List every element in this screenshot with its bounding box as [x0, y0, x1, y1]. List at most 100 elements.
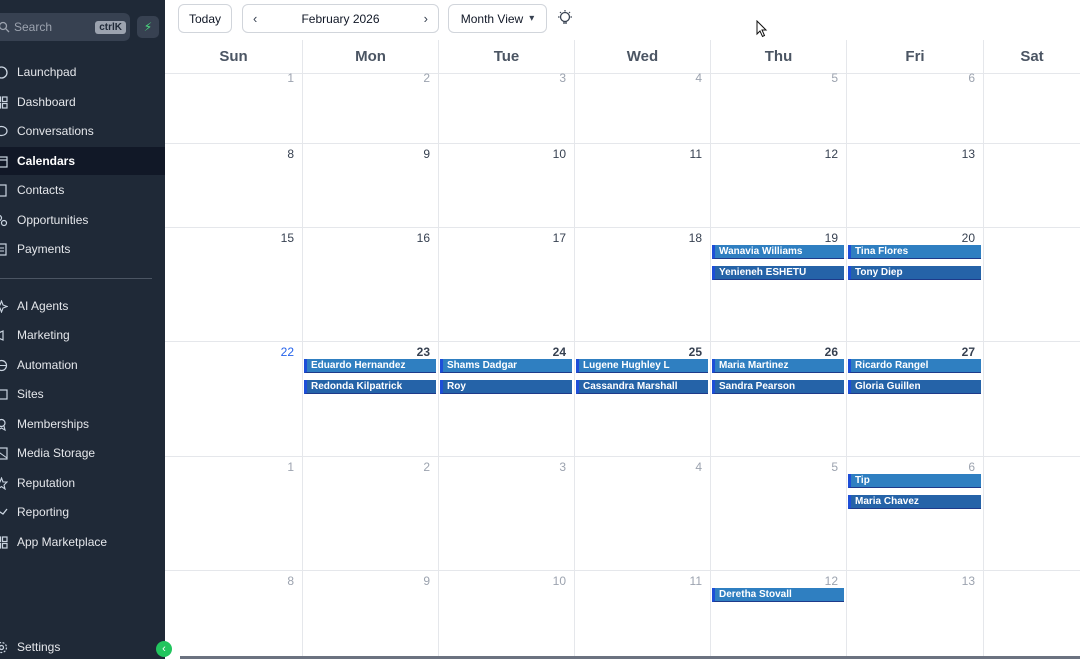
appointment-event[interactable]: Cassandra Marshall [576, 380, 708, 394]
appointment-event[interactable]: Deretha Stovall [712, 588, 844, 602]
rocket-icon [0, 65, 8, 79]
day-number: 4 [695, 460, 702, 474]
sidebar-item-label: Media Storage [17, 446, 96, 460]
appointment-event[interactable]: Wanavia Williams [712, 245, 844, 259]
appointment-event[interactable]: Maria Martinez [712, 359, 844, 373]
view-selector-value: Month View [460, 11, 524, 26]
contacts-icon [0, 183, 8, 197]
day-number: 8 [287, 147, 294, 161]
sidebar-item-automation[interactable]: Automation [0, 351, 165, 379]
sidebar-item-reporting[interactable]: Reporting [0, 498, 165, 526]
lightbulb-icon[interactable] [556, 9, 574, 27]
appointment-event[interactable]: Lugene Hughley L [576, 359, 708, 373]
day-number: 13 [961, 147, 975, 161]
sidebar-item-marketing[interactable]: Marketing [0, 321, 165, 349]
sidebar-item-label: Sites [17, 387, 44, 401]
sidebar-item-ai-agents[interactable]: AI Agents [0, 292, 165, 320]
day-number: 10 [552, 147, 566, 161]
day-number: 25 [688, 345, 702, 359]
sidebar-item-launchpad[interactable]: Launchpad [0, 58, 165, 86]
membership-icon [0, 418, 8, 431]
month-navigator: ‹ February 2026 › [242, 4, 439, 33]
apps-icon [0, 535, 8, 549]
day-number: 4 [695, 71, 702, 85]
sidebar-item-label: Opportunities [17, 213, 89, 227]
day-number: 24 [552, 345, 566, 359]
day-cell[interactable] [983, 341, 1080, 456]
sidebar-item-settings[interactable]: Settings [0, 633, 165, 661]
sidebar-item-dashboard[interactable]: Dashboard [0, 88, 165, 116]
weekday-header: Thu [710, 40, 846, 73]
sidebar-item-label: Automation [17, 358, 78, 372]
appointment-event[interactable]: Redonda Kilpatrick [304, 380, 436, 394]
weekday-header: Fri [846, 40, 983, 73]
appointment-event[interactable]: Tony Diep [848, 266, 981, 280]
chevron-right-icon[interactable]: › [424, 11, 428, 26]
weekday-header: Wed [574, 40, 710, 73]
appointment-event[interactable]: Tina Flores [848, 245, 981, 259]
sidebar-item-reputation[interactable]: Reputation [0, 469, 165, 497]
sidebar-item-label: Launchpad [17, 65, 77, 79]
view-selector[interactable]: Month View ▾ [448, 4, 547, 33]
today-button[interactable]: Today [178, 4, 232, 33]
sidebar-item-label: Reputation [17, 476, 76, 490]
sidebar-item-conversations[interactable]: Conversations [0, 117, 165, 145]
day-number: 5 [831, 460, 838, 474]
mouse-cursor-icon [756, 20, 768, 38]
quick-action-button[interactable]: ⚡ [137, 16, 159, 38]
star-icon [0, 476, 8, 490]
sidebar-item-contacts[interactable]: Contacts [0, 176, 165, 204]
sidebar-item-sites[interactable]: Sites [0, 380, 165, 408]
sidebar-item-label: AI Agents [17, 299, 69, 313]
day-cell[interactable] [983, 143, 1080, 227]
chevron-down-icon: ▾ [529, 13, 535, 24]
day-cell[interactable] [983, 227, 1080, 341]
chevron-left-icon[interactable]: ‹ [253, 11, 257, 26]
day-cell[interactable] [983, 73, 1080, 143]
day-number: 19 [824, 231, 838, 245]
sidebar-item-label: Reporting [17, 505, 70, 519]
day-number: 1 [287, 71, 294, 85]
day-number: 6 [968, 460, 975, 474]
current-month-label: February 2026 [301, 11, 380, 26]
sidebar-item-label: Settings [17, 640, 61, 654]
sidebar-item-opportunities[interactable]: Opportunities [0, 206, 165, 234]
day-number: 6 [968, 71, 975, 85]
sidebar-item-label: Contacts [17, 183, 65, 197]
sidebar-divider [0, 278, 152, 279]
appointment-event[interactable]: Shams Dadgar [440, 359, 572, 373]
sidebar-item-label: Conversations [17, 124, 94, 138]
payments-icon [0, 242, 8, 256]
day-number: 12 [824, 574, 838, 588]
appointment-event[interactable]: Yenieneh ESHETU [712, 266, 844, 280]
day-cell[interactable] [983, 570, 1080, 659]
megaphone-icon [0, 329, 8, 342]
appointment-event[interactable]: Roy [440, 380, 572, 394]
sidebar-item-media-storage[interactable]: Media Storage [0, 439, 165, 467]
day-number: 9 [423, 147, 430, 161]
appointment-event[interactable]: Maria Chavez [848, 495, 981, 509]
sites-icon [0, 388, 8, 401]
dashboard-icon [0, 95, 8, 109]
search-icon [0, 21, 10, 33]
appointment-event[interactable]: Ricardo Rangel [848, 359, 981, 373]
calendar-icon [0, 155, 8, 168]
day-number: 5 [831, 71, 838, 85]
appointment-event[interactable]: Sandra Pearson [712, 380, 844, 394]
day-number: 13 [961, 574, 975, 588]
sidebar-item-calendars[interactable]: Calendars [0, 147, 165, 175]
sidebar-item-label: Calendars [17, 154, 76, 168]
day-number: 12 [824, 147, 838, 161]
appointment-event[interactable]: Eduardo Hernandez [304, 359, 436, 373]
weekday-header: Sun [219, 48, 248, 65]
sidebar-item-payments[interactable]: Payments [0, 235, 165, 263]
search-input[interactable]: Search ctrlK [0, 13, 130, 41]
day-number: 26 [824, 345, 838, 359]
appointment-event[interactable]: Gloria Guillen [848, 380, 981, 394]
opportunities-icon [0, 214, 8, 227]
appointment-event[interactable]: Tip [848, 474, 981, 488]
day-number: 22 [280, 345, 294, 359]
sidebar-item-app-marketplace[interactable]: App Marketplace [0, 528, 165, 556]
day-cell[interactable] [983, 456, 1080, 570]
sidebar-item-memberships[interactable]: Memberships [0, 410, 165, 438]
